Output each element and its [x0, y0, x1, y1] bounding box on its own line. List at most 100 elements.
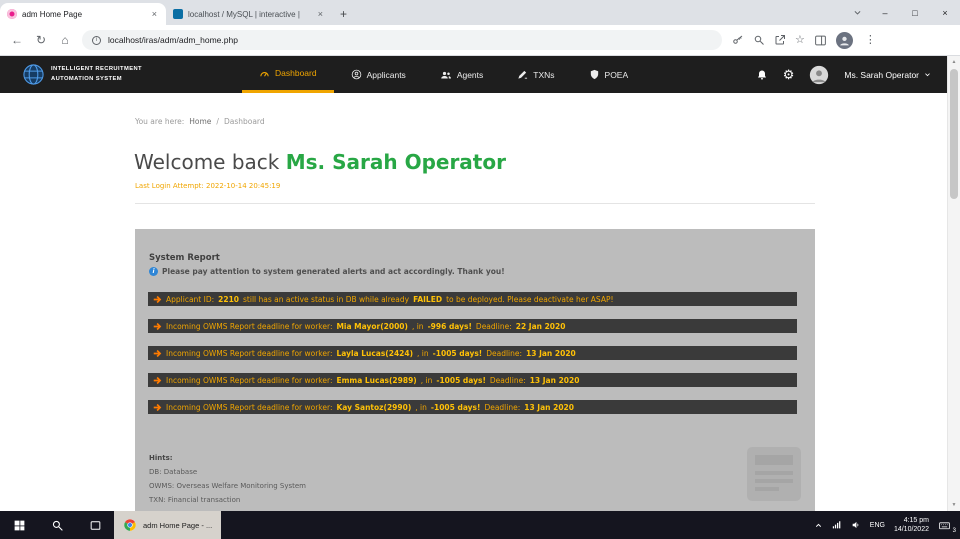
- browser-toolbar: ← ↻ ⌂ i localhost/iras/adm/adm_home.php …: [0, 25, 960, 56]
- nav-item-txns[interactable]: TXNs: [500, 56, 571, 93]
- gear-icon[interactable]: ⚙: [783, 68, 795, 81]
- start-button[interactable]: [0, 511, 38, 539]
- task-view-button[interactable]: [76, 511, 114, 539]
- site-info-icon[interactable]: i: [92, 36, 101, 45]
- tab-mysql[interactable]: localhost / MySQL | interactive | ×: [166, 3, 332, 25]
- user-avatar[interactable]: [809, 65, 829, 85]
- system-report-panel: System Report i Please pay attention to …: [135, 229, 815, 529]
- scrollbar[interactable]: ▲ ▼: [947, 56, 960, 511]
- tab-title: adm Home Page: [22, 10, 145, 19]
- tab-close-icon[interactable]: ×: [150, 9, 159, 19]
- last-login: Last Login Attempt: 2022-10-14 20:45:19: [135, 182, 280, 190]
- hint-line: OWMS: Overseas Welfare Monitoring System: [149, 479, 306, 493]
- breadcrumb-current: Dashboard: [224, 117, 265, 126]
- bookmark-star-icon[interactable]: ☆: [795, 35, 805, 46]
- last-login-value: 2022-10-14 20:45:19: [206, 182, 280, 190]
- notification-icon[interactable]: 3: [938, 519, 951, 532]
- alert-text: 13 Jan 2020: [524, 403, 574, 412]
- nav-label: Applicants: [367, 70, 406, 80]
- taskbar-app-chrome[interactable]: adm Home Page - ...: [114, 511, 221, 539]
- network-icon[interactable]: [832, 520, 842, 530]
- back-button[interactable]: ←: [10, 34, 24, 46]
- page-title: Welcome back Ms. Sarah Operator: [134, 150, 506, 174]
- taskbar-app-label: adm Home Page - ...: [143, 521, 212, 530]
- browser-profile-avatar[interactable]: [836, 32, 853, 49]
- arrow-right-icon: [153, 322, 162, 331]
- nav-label: Dashboard: [275, 68, 317, 78]
- share-icon[interactable]: [774, 34, 786, 46]
- minimize-button[interactable]: –: [870, 0, 900, 25]
- bell-icon[interactable]: [756, 69, 768, 81]
- new-tab-button[interactable]: +: [340, 7, 347, 21]
- taskbar-clock[interactable]: 4:15 pm 14/10/2022: [894, 516, 929, 534]
- tab-close-icon[interactable]: ×: [316, 9, 325, 19]
- user-name-label: Ms. Sarah Operator: [844, 70, 919, 80]
- welcome-greeting: Welcome back: [134, 150, 286, 174]
- address-bar[interactable]: i localhost/iras/adm/adm_home.php: [82, 30, 722, 50]
- user-menu[interactable]: Ms. Sarah Operator: [844, 70, 931, 80]
- windows-taskbar: adm Home Page - ... ENG 4:15 pm 14/10/20…: [0, 511, 960, 539]
- alert-text: Incoming OWMS Report deadline for worker…: [166, 403, 332, 412]
- alert-text: Layla Lucas(2424): [336, 349, 413, 358]
- alert-text: , in: [421, 376, 433, 385]
- tray-expand-icon[interactable]: [814, 521, 823, 530]
- tab-search-chevron-icon[interactable]: [844, 0, 870, 25]
- panel-title: System Report: [149, 253, 220, 263]
- taskbar-search-button[interactable]: [38, 511, 76, 539]
- scroll-up-icon[interactable]: ▲: [948, 56, 960, 68]
- hint-line: DB: Database: [149, 465, 306, 479]
- placeholder-image-icon: [741, 445, 807, 507]
- reload-button[interactable]: ↻: [34, 34, 48, 46]
- system-notice: i Please pay attention to system generat…: [149, 267, 505, 276]
- tab-favicon: [7, 9, 17, 19]
- alert-row: Incoming OWMS Report deadline for worker…: [148, 400, 797, 414]
- nav-item-poea[interactable]: POEA: [572, 56, 646, 93]
- nav-item-applicants[interactable]: Applicants: [334, 56, 423, 93]
- alert-text: , in: [417, 349, 429, 358]
- arrow-right-icon: [153, 295, 162, 304]
- alert-text: -996 days!: [428, 322, 472, 331]
- nav-label: Agents: [457, 70, 483, 80]
- alert-row: Applicant ID: 2210 still has an active s…: [148, 292, 797, 306]
- tray-time: 4:15 pm: [894, 516, 929, 525]
- alert-text: Incoming OWMS Report deadline for worker…: [166, 376, 332, 385]
- alert-text: Applicant ID:: [166, 295, 214, 304]
- hints: Hints: DB: Database OWMS: Overseas Welfa…: [149, 451, 306, 507]
- breadcrumb-separator: /: [216, 117, 219, 126]
- close-button[interactable]: ×: [930, 0, 960, 25]
- alert-text: Mia Mayor(2000): [336, 322, 407, 331]
- page-content: You are here: Home / Dashboard Welcome b…: [0, 93, 947, 511]
- nav-item-dashboard[interactable]: Dashboard: [242, 56, 334, 93]
- maximize-button[interactable]: □: [900, 0, 930, 25]
- language-indicator[interactable]: ENG: [870, 522, 885, 529]
- alert-text: -1005 days!: [431, 403, 481, 412]
- alert-row: Incoming OWMS Report deadline for worker…: [148, 373, 797, 387]
- notification-badge: 3: [953, 528, 956, 534]
- agents-people-icon: [440, 69, 452, 81]
- password-key-icon[interactable]: [732, 34, 744, 46]
- nav-item-agents[interactable]: Agents: [423, 56, 500, 93]
- home-button[interactable]: ⌂: [58, 34, 72, 46]
- alert-text: -1005 days!: [436, 376, 486, 385]
- system-tray: ENG 4:15 pm 14/10/2022 3: [814, 516, 960, 534]
- app-navbar: INTELLIGENT RECRUITMENT AUTOMATION SYSTE…: [0, 56, 947, 93]
- side-panel-icon[interactable]: [814, 34, 827, 47]
- welcome-username: Ms. Sarah Operator: [286, 150, 506, 174]
- alert-text: 2210: [218, 295, 239, 304]
- alert-text: Incoming OWMS Report deadline for worker…: [166, 322, 332, 331]
- notice-text: Please pay attention to system generated…: [162, 267, 505, 276]
- scroll-down-icon[interactable]: ▼: [948, 499, 960, 511]
- alert-text: , in: [415, 403, 427, 412]
- tab-title: localhost / MySQL | interactive |: [188, 10, 311, 19]
- breadcrumb-home-link[interactable]: Home: [189, 117, 211, 126]
- zoom-icon[interactable]: [753, 34, 765, 46]
- browser-menu-icon[interactable]: ⋮: [862, 35, 879, 46]
- scrollbar-thumb[interactable]: [950, 69, 958, 199]
- logo-line2: AUTOMATION SYSTEM: [51, 75, 142, 84]
- alert-text: Deadline:: [490, 376, 526, 385]
- volume-icon[interactable]: [851, 520, 861, 530]
- arrow-right-icon: [153, 403, 162, 412]
- alert-row: Incoming OWMS Report deadline for worker…: [148, 319, 797, 333]
- tab-adm-home[interactable]: adm Home Page ×: [0, 3, 166, 25]
- breadcrumb-prefix: You are here:: [135, 117, 184, 126]
